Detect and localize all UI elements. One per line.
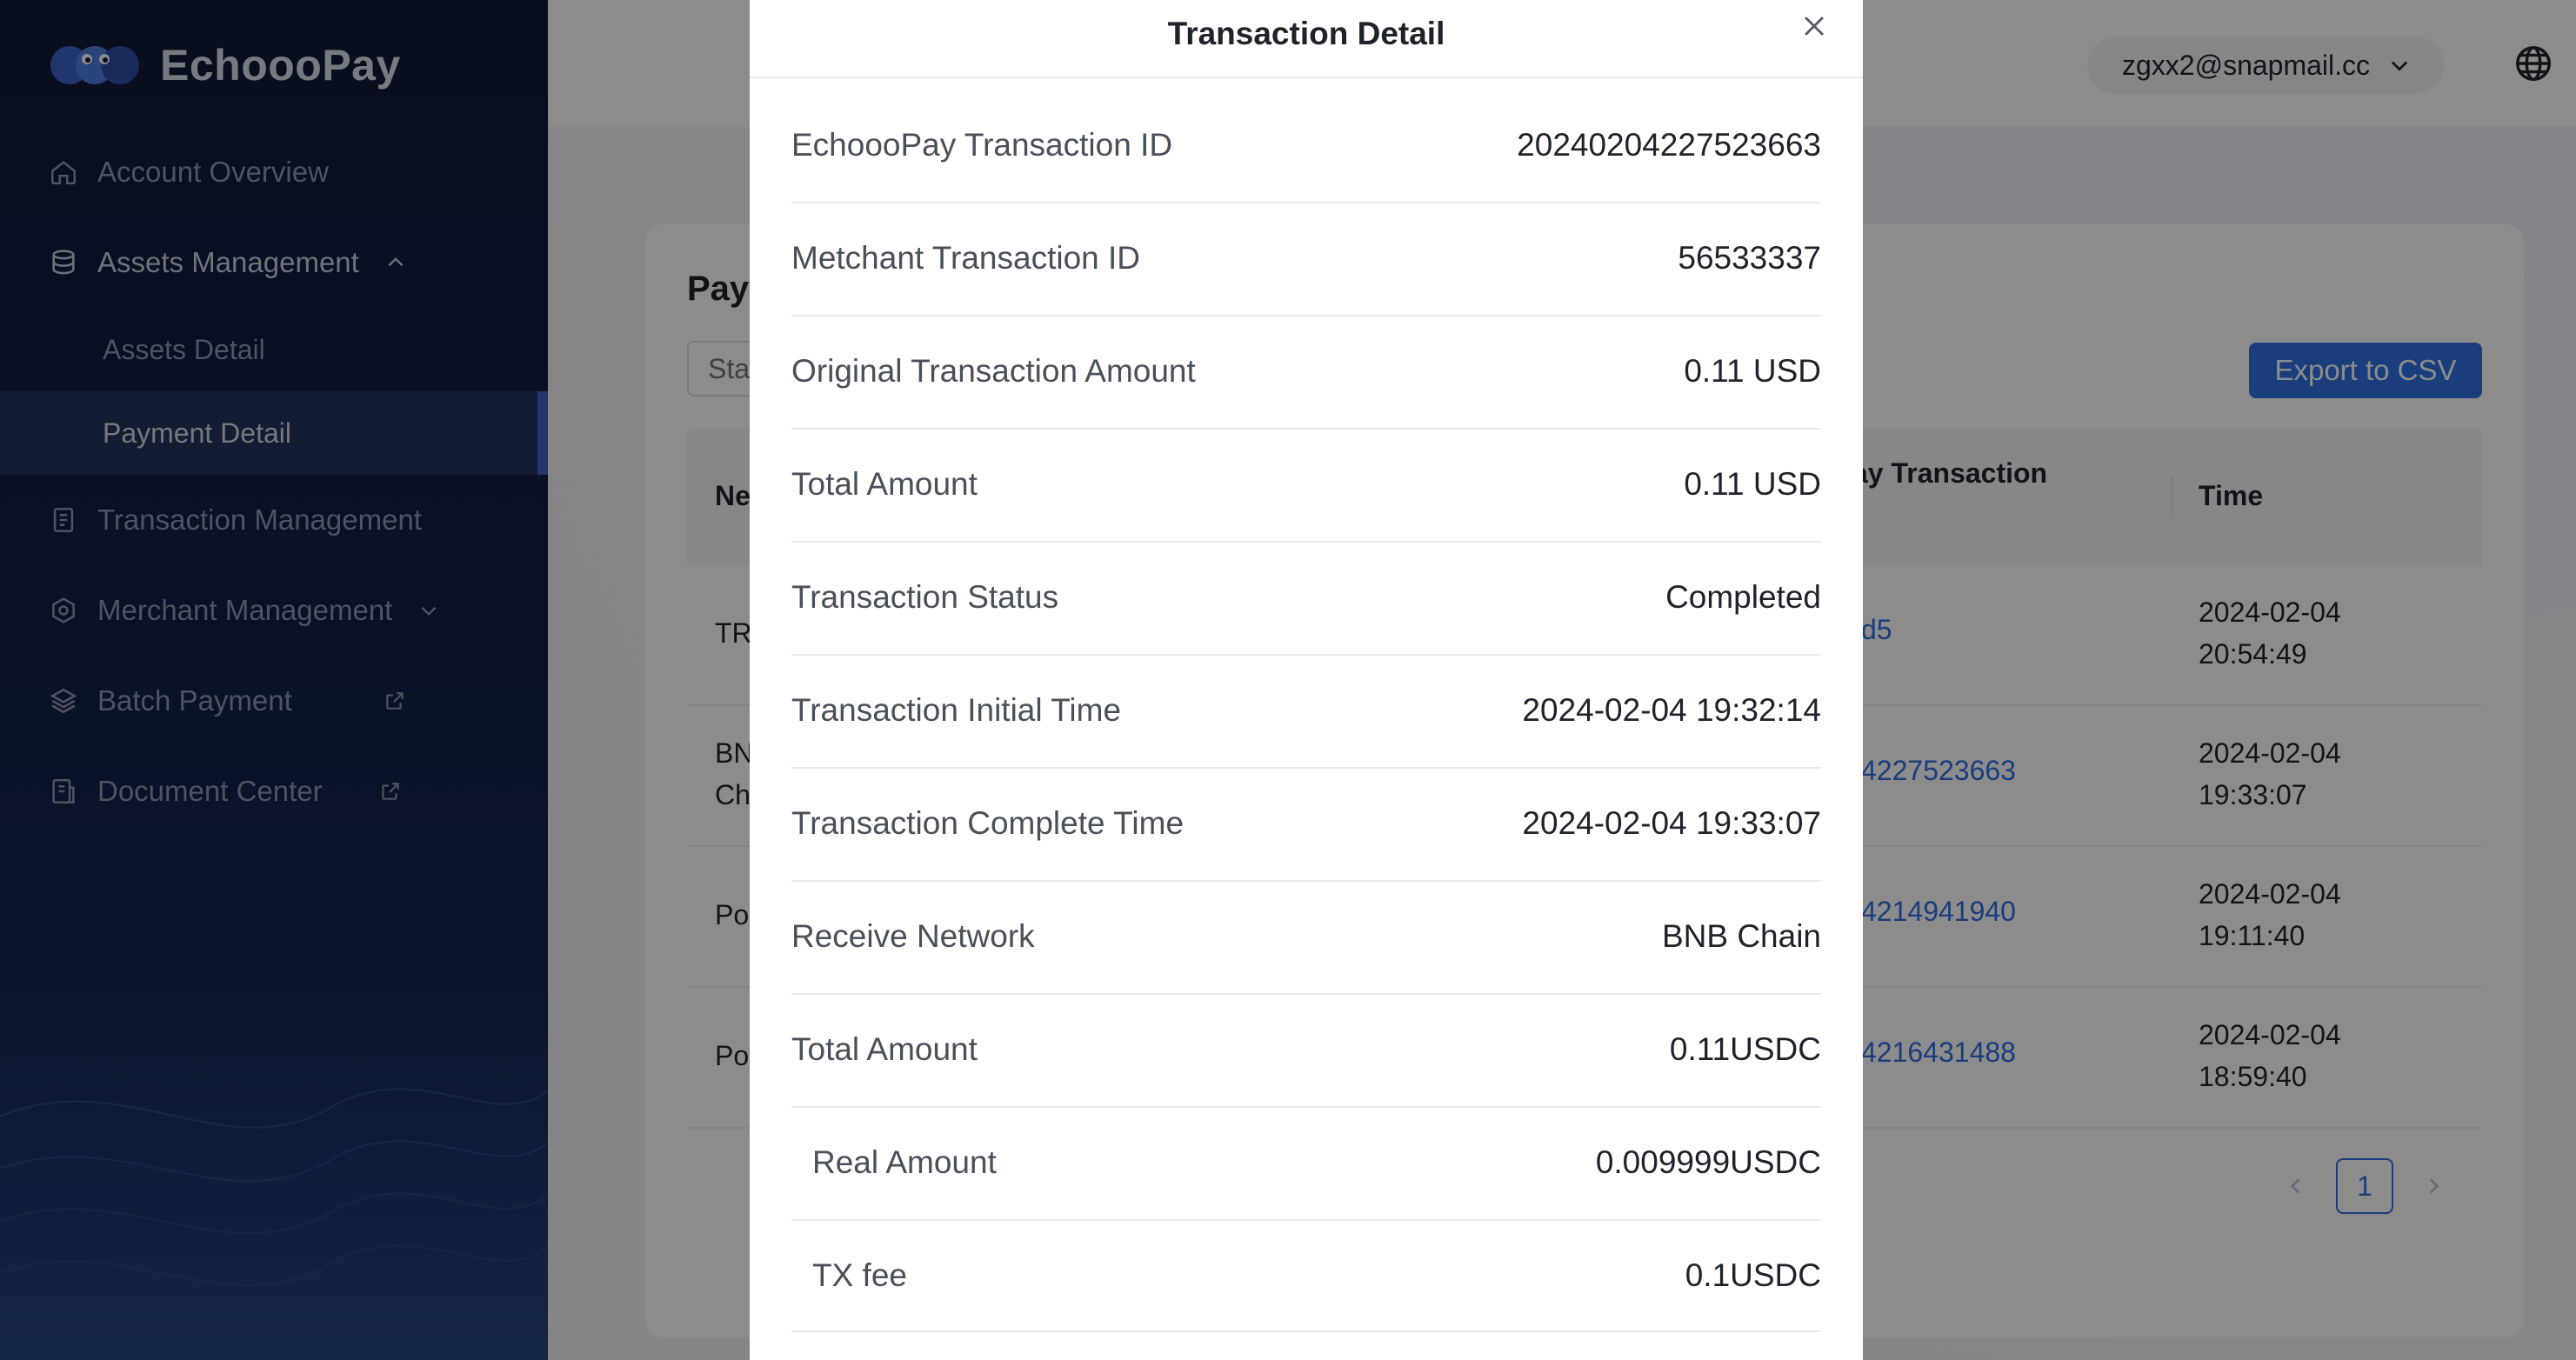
detail-label: Transaction Initial Time (791, 692, 1122, 728)
detail-label: TX fee (812, 1257, 907, 1293)
modal-header: Transaction Detail (750, 0, 1863, 78)
detail-row: Original Transaction Amount 0.11 USD (791, 317, 1821, 430)
detail-row: Transaction Status Completed (791, 543, 1821, 656)
detail-value: 0.11USDC (1669, 1031, 1821, 1067)
detail-row: Receive Network BNB Chain (791, 882, 1821, 995)
detail-row: TX fee 0.1USDC (791, 1221, 1821, 1332)
close-icon[interactable] (1797, 9, 1832, 43)
detail-row: EchoooPay Transaction ID 202402042275236… (791, 90, 1821, 203)
detail-value: 2024-02-04 19:32:14 (1522, 692, 1821, 728)
detail-value: 0.11 USD (1684, 353, 1821, 389)
detail-value: 56533337 (1678, 240, 1821, 276)
detail-row: Total Amount 0.11 USD (791, 430, 1821, 543)
detail-row: Total Amount 0.11USDC (791, 995, 1821, 1108)
detail-row: Transaction Complete Time 2024-02-04 19:… (791, 769, 1821, 882)
detail-label: Metchant Transaction ID (791, 240, 1141, 276)
transaction-detail-modal: Transaction Detail EchoooPay Transaction… (750, 0, 1863, 1360)
detail-value: BNB Chain (1661, 918, 1821, 954)
detail-value: 2024-02-04 19:33:07 (1522, 805, 1821, 841)
detail-row: Real Amount 0.009999USDC (791, 1108, 1821, 1221)
detail-label: Total Amount (791, 1031, 978, 1067)
detail-row: Transaction Initial Time 2024-02-04 19:3… (791, 656, 1821, 769)
detail-value: 0.11 USD (1684, 466, 1821, 502)
status-value: Completed (1665, 579, 1821, 615)
detail-label: EchoooPay Transaction ID (791, 127, 1173, 163)
detail-label: Receive Network (791, 918, 1035, 954)
detail-label: Transaction Status (791, 579, 1059, 615)
detail-label: Real Amount (812, 1144, 997, 1180)
detail-value: 0.009999USDC (1595, 1144, 1821, 1180)
detail-label: Total Amount (791, 466, 978, 502)
detail-value: 20240204227523663 (1517, 127, 1821, 163)
detail-row: Metchant Transaction ID 56533337 (791, 203, 1821, 317)
detail-value: 0.1USDC (1685, 1257, 1821, 1293)
detail-list: EchoooPay Transaction ID 202402042275236… (791, 90, 1821, 1332)
detail-label: Original Transaction Amount (791, 353, 1196, 389)
detail-label: Transaction Complete Time (791, 805, 1185, 841)
modal-title: Transaction Detail (1167, 16, 1445, 51)
